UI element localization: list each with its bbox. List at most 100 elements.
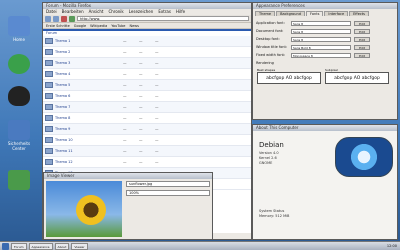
tab-effects[interactable]: Effects [349,11,369,16]
post-row[interactable]: Thema 2 — — — [43,47,251,58]
zoom-field[interactable]: 100% [126,190,210,196]
font-picker[interactable]: Monospace 8 [291,52,351,58]
font-edit-button[interactable]: Edit [354,44,370,50]
post-row[interactable]: Thema 12 — — — [43,157,251,168]
post-title[interactable]: Thema 5 [55,83,111,87]
users-icon [8,54,30,74]
reload-icon[interactable] [69,15,75,22]
font-edit-button[interactable]: Edit [354,28,370,34]
desktop-icon-app[interactable] [2,170,36,191]
post-title[interactable]: Thema 12 [55,160,111,164]
menu-item-history[interactable]: Chronik [108,9,123,15]
rendering-option-subpixel[interactable]: Subpixel abcfgop AO abcfgop [325,68,389,84]
font-picker[interactable]: Sans 8 [291,20,351,26]
bookmark-item[interactable]: Erste Schritte [46,23,70,28]
desktop-icon-security[interactable]: Sicherheits Center [2,120,36,151]
font-row-label: Desktop font: [256,37,280,41]
viewer-titlebar: Image Viewer [44,173,212,179]
menu-item-tools[interactable]: Extras [158,9,171,15]
post-thumbnail-icon [45,38,53,44]
post-row[interactable]: Thema 8 — — — [43,113,251,124]
desktop-icon-home[interactable]: Home [2,16,36,42]
post-title[interactable]: Thema 2 [55,50,111,54]
post-cell: — [123,83,127,87]
font-picker[interactable]: Sans 8 [291,28,351,34]
post-title[interactable]: Thema 1 [55,39,111,43]
clock: 12:00 [386,244,397,248]
tab-background[interactable]: Background [276,11,305,16]
desktop-icon-label: Home [13,37,25,42]
bookmark-item[interactable]: YouTube [111,23,125,28]
post-cell: — [155,116,159,120]
post-title[interactable]: Thema 7 [55,105,111,109]
application-icon [8,170,30,190]
tab-theme[interactable]: Theme [255,11,276,16]
desktop-icon-penguin[interactable] [2,86,36,107]
post-cell: — [123,160,127,164]
menu-item-help[interactable]: Hilfe [176,9,185,15]
menu-item-view[interactable]: Ansicht [89,9,104,15]
menu-item-edit[interactable]: Bearbeiten [62,9,84,15]
bookmark-item[interactable]: Wikipedia [90,23,107,28]
bookmark-item[interactable]: News [129,23,138,28]
font-picker[interactable]: Sans 8 [291,36,351,42]
taskbar-button[interactable]: About [54,242,70,250]
forward-icon[interactable] [53,15,59,22]
font-edit-button[interactable]: Edit [354,36,370,42]
post-title[interactable]: Thema 9 [55,127,111,131]
font-edit-button[interactable]: Edit [354,52,370,58]
post-row[interactable]: Thema 5 — — — [43,80,251,91]
post-cell: — [139,61,143,65]
font-picker[interactable]: Sans Bold 8 [291,44,351,50]
taskbar-button[interactable]: Forum [11,242,27,250]
post-cell: — [139,105,143,109]
post-row[interactable]: Thema 10 — — — [43,135,251,146]
about-footer: System Status Memory: 512 MiB [259,209,289,219]
post-thumbnail-icon [45,159,53,165]
post-row[interactable]: Thema 3 — — — [43,58,251,69]
filename-field[interactable]: sunflower.jpg [126,181,210,187]
font-edit-button[interactable]: Edit [354,20,370,26]
post-cell: — [155,83,159,87]
post-title[interactable]: Thema 11 [55,149,111,153]
post-row[interactable]: Thema 9 — — — [43,124,251,135]
about-titlebar: About This Computer [253,125,397,131]
bookmark-item[interactable]: Google [74,23,86,28]
menu-item-file[interactable]: Datei [46,9,57,15]
tab-fonts[interactable]: Fonts [305,11,324,16]
stop-icon[interactable] [61,15,67,22]
font-row: Window title font: Sans Bold 8 Edit [253,43,397,51]
post-title[interactable]: Thema 3 [55,61,111,65]
post-title[interactable]: Thema 6 [55,94,111,98]
post-thumbnail-icon [45,148,53,154]
tab-interface[interactable]: Interface [324,11,349,16]
post-title[interactable]: Thema 4 [55,72,111,76]
post-cell: — [123,39,127,43]
post-title[interactable]: Thema 8 [55,116,111,120]
shield-icon [8,120,30,140]
post-row[interactable]: Thema 4 — — — [43,69,251,80]
url-input[interactable]: http://www. [77,16,249,21]
back-icon[interactable] [45,15,51,22]
prefs-tabs: Theme Background Fonts Interface Effects [253,9,397,16]
post-row[interactable]: Thema 7 — — — [43,102,251,113]
post-row[interactable]: Thema 6 — — — [43,91,251,102]
sunflower-image [46,181,122,237]
post-cell: — [123,94,127,98]
desktop-icon-users[interactable] [2,54,36,75]
post-cell: — [139,138,143,142]
post-cell: — [155,105,159,109]
taskbar-button[interactable]: Viewer [71,242,88,250]
start-menu-icon[interactable] [2,242,9,250]
post-row[interactable]: Thema 1 — — — [43,36,251,47]
appearance-preferences-window: Appearance Preferences Theme Background … [252,2,398,120]
taskbar-button[interactable]: Appearance [28,242,53,250]
rendering-label: Rendering [256,61,274,65]
sunflower-icon [76,195,106,225]
post-title[interactable]: Thema 10 [55,138,111,142]
menu-item-bookmarks[interactable]: Lesezeichen [129,9,154,15]
system-monitor-gauge-icon [335,137,393,177]
post-row[interactable]: Thema 11 — — — [43,146,251,157]
post-cell: — [123,72,127,76]
rendering-option-best-shapes[interactable]: Best shapes abcfgop AO abcfgop [257,68,321,84]
